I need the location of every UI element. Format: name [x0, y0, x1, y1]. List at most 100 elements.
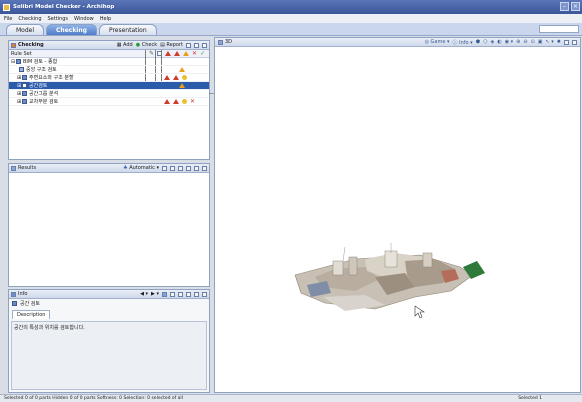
rule-label: BIM 검토 - 종합	[23, 59, 58, 65]
3d-view-title: 3D	[225, 39, 233, 45]
rule-row[interactable]: 중앙 구조 검토	[9, 66, 209, 74]
measure-icon[interactable]: ↖ ▾	[546, 39, 554, 45]
transparency-tool-icon[interactable]: ◐	[497, 39, 501, 45]
restore-panel-icon[interactable]	[186, 165, 191, 171]
title-bar: Solibri Model Checker - Archihop – ×	[0, 0, 582, 14]
filter-icon[interactable]	[178, 165, 183, 171]
main-tab-bar: Model Checking Presentation	[0, 23, 582, 36]
maximize-panel-icon[interactable]	[194, 165, 199, 171]
warning-icon	[179, 83, 185, 88]
results-panel-title: Results	[18, 165, 37, 171]
status-bar: Selected 0 of 0 parts Hidden 0 of 0 part…	[0, 394, 582, 402]
info-item-label: 공간 검토	[20, 301, 40, 307]
game-mode-button[interactable]: ◎ Game ▾	[425, 39, 450, 45]
info-panel-header: Info ◀ ▾ ▶ ▾	[9, 290, 209, 299]
results-panel: Results ♣ Automatic ▾	[8, 163, 210, 287]
select-tool-icon[interactable]: ⬢	[476, 39, 480, 45]
3d-view-icon	[218, 39, 223, 45]
info-icon	[182, 75, 187, 80]
zoom-fit-icon[interactable]: ⊙	[531, 39, 535, 45]
rejected-icon: ✕	[190, 98, 196, 105]
menu-bar: File Checking Settings Window Help	[0, 14, 582, 23]
search-input[interactable]	[539, 25, 579, 33]
settings-icon[interactable]: ✹	[557, 39, 561, 45]
moderate-filter-icon[interactable]	[174, 51, 181, 56]
menu-help[interactable]: Help	[100, 16, 111, 22]
ruleset-icon	[22, 83, 27, 88]
ruleset-icon	[22, 75, 27, 80]
report-button[interactable]: ▤ Report	[160, 42, 183, 48]
add-button[interactable]: ▦ Add	[117, 42, 133, 48]
description-area: 공간의 특성과 위치를 검토합니다.	[11, 321, 207, 390]
ruleset-icon	[22, 91, 27, 96]
close-panel-icon[interactable]	[202, 165, 207, 171]
status-selected-count: Selected 1	[518, 396, 542, 401]
3d-view-panel: 3D ◎ Game ▾ ⓘ Info ▾ ⬢ ⬡ ◈ ◐ ◉ ▾ ⊕ ⊖ ⊙ ▣…	[214, 37, 581, 393]
menu-checking[interactable]: Checking	[18, 16, 41, 22]
ruleset-icon	[22, 99, 27, 104]
eye-icon[interactable]: ◉ ▾	[505, 39, 513, 45]
checking-panel: Checking ▦ Add ● Check ▤ Report Rule Set…	[8, 40, 214, 160]
rule-row[interactable]: ⊞ 공간그룹 분석 —	[9, 90, 214, 98]
3d-view-header: 3D ◎ Game ▾ ⓘ Info ▾ ⬢ ⬡ ◈ ◐ ◉ ▾ ⊕ ⊖ ⊙ ▣…	[215, 38, 580, 47]
automatic-dropdown[interactable]: ♣ Automatic ▾	[123, 165, 159, 171]
maximize-panel-icon[interactable]	[194, 42, 199, 48]
restore-panel-icon[interactable]	[186, 291, 191, 297]
mouse-cursor-icon	[414, 305, 425, 319]
rule-label: 주변요소와 구조 분할	[29, 75, 74, 81]
close-button[interactable]: ×	[571, 2, 580, 11]
back-button[interactable]: ◀ ▾	[140, 291, 148, 297]
checking-icon	[11, 42, 16, 48]
zoom-window-icon[interactable]: ▣	[538, 39, 543, 45]
hide-tool-icon[interactable]: ⬡	[483, 39, 487, 45]
rule-label: 중앙 구조 검토	[26, 67, 57, 73]
minimize-button[interactable]: –	[560, 2, 569, 11]
tab-presentation[interactable]: Presentation	[98, 24, 157, 35]
accepted-filter-icon[interactable]: ✓	[200, 51, 205, 57]
rule-label: 공간그룹 분석	[29, 91, 59, 97]
rule-row[interactable]: ⊞ 주변요소와 구조 분할	[9, 74, 209, 82]
isolate-tool-icon[interactable]: ◈	[490, 39, 494, 45]
rejected-filter-icon[interactable]: ✕	[192, 51, 197, 57]
menu-window[interactable]: Window	[74, 16, 94, 22]
info-panel-title: Info	[18, 291, 28, 297]
collapse-all-icon[interactable]	[170, 165, 175, 171]
pin-icon[interactable]	[162, 291, 167, 297]
collapse-icon[interactable]	[178, 291, 183, 297]
info-mode-label: Info	[459, 39, 469, 46]
rule-row[interactable]: ⊞ 교차부분 검토 ✕	[9, 98, 209, 106]
tab-model[interactable]: Model	[6, 24, 45, 35]
critical-filter-icon[interactable]	[165, 51, 172, 56]
expand-all-icon[interactable]	[162, 165, 167, 171]
tab-checking[interactable]: Checking	[46, 24, 97, 35]
close-panel-icon[interactable]	[202, 42, 207, 48]
3d-model-canvas[interactable]	[215, 47, 580, 392]
warning-icon	[179, 67, 185, 72]
edit-icon[interactable]: ✎	[149, 51, 154, 57]
add-label: Add	[123, 42, 133, 48]
ruleset-icon	[12, 301, 17, 306]
menu-settings[interactable]: Settings	[48, 16, 69, 22]
checking-panel-title: Checking	[18, 42, 44, 48]
close-panel-icon[interactable]	[572, 39, 577, 45]
rule-row-selected[interactable]: ⊞ 공간검토	[9, 82, 209, 90]
rule-row[interactable]: ⊟ BIM 검토 - 종합	[9, 58, 209, 66]
forward-button[interactable]: ▶ ▾	[151, 291, 159, 297]
restore-panel-icon[interactable]	[186, 42, 191, 48]
close-panel-icon[interactable]	[202, 291, 207, 297]
rule-icon	[19, 67, 24, 72]
zoom-out-icon[interactable]: ⊖	[523, 39, 527, 45]
maximize-panel-icon[interactable]	[194, 291, 199, 297]
results-icon	[11, 165, 16, 171]
expand-icon[interactable]	[170, 291, 175, 297]
menu-file[interactable]: File	[4, 16, 12, 22]
check-button[interactable]: ● Check	[136, 42, 157, 48]
status-text: Selected 0 of 0 parts Hidden 0 of 0 part…	[4, 396, 183, 401]
info-mode-button[interactable]: ⓘ Info ▾	[453, 39, 473, 46]
tab-description[interactable]: Description	[12, 310, 51, 319]
maximize-panel-icon[interactable]	[564, 39, 569, 45]
zoom-in-icon[interactable]: ⊕	[516, 39, 520, 45]
check-label: Check	[141, 42, 158, 48]
low-filter-icon[interactable]	[183, 51, 190, 56]
results-panel-header: Results ♣ Automatic ▾	[9, 164, 209, 173]
